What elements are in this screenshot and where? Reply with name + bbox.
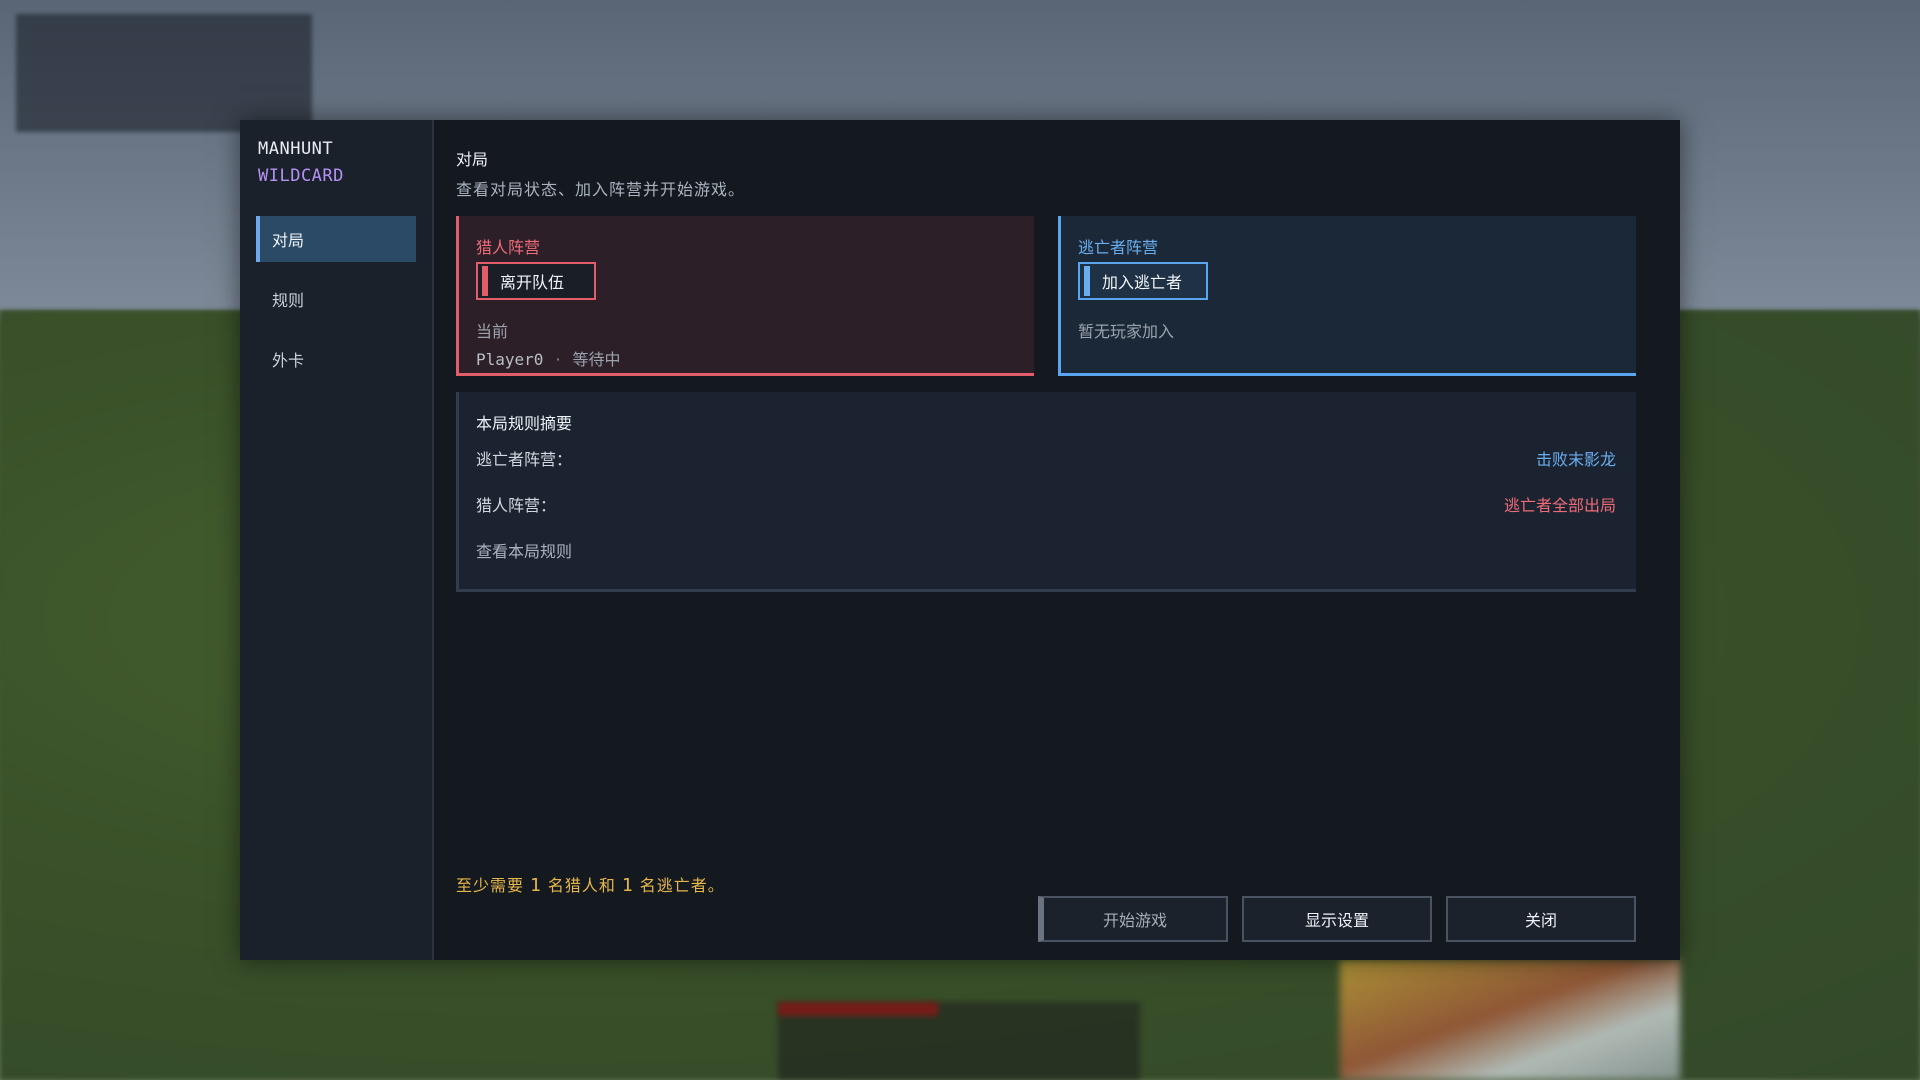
button-accent-bar xyxy=(482,266,488,296)
rule-key: 猎人阵营： xyxy=(476,496,557,515)
rules-summary-title: 本局规则摘要 xyxy=(476,414,573,433)
sidebar-nav: 对局 规则 外卡 xyxy=(256,216,416,396)
sidebar-item-rules[interactable]: 规则 xyxy=(256,276,416,322)
player-name: Player0 xyxy=(476,350,544,369)
rule-key: 逃亡者阵营： xyxy=(476,450,573,469)
sidebar-item-match[interactable]: 对局 xyxy=(256,216,416,262)
display-settings-label: 显示设置 xyxy=(1304,911,1369,930)
brand-title: MANHUNT xyxy=(258,139,334,159)
leave-team-label: 离开队伍 xyxy=(500,273,565,292)
brand-logo: MANHUNT WILDCARD xyxy=(258,136,344,190)
sidebar-item-label: 规则 xyxy=(272,291,305,310)
rule-value: 击败末影龙 xyxy=(1535,450,1616,469)
background-block xyxy=(1340,960,1680,1080)
sidebar-item-label: 外卡 xyxy=(272,351,305,370)
notice-text-2: 名猎人和 xyxy=(547,876,616,895)
start-game-button[interactable]: 开始游戏 xyxy=(1038,896,1228,942)
join-runner-button[interactable]: 加入逃亡者 xyxy=(1078,262,1208,300)
separator-dot: · xyxy=(555,350,561,369)
button-accent-bar xyxy=(1084,266,1090,296)
hunter-current-label: 当前 xyxy=(476,322,509,341)
runner-empty-text: 暂无玩家加入 xyxy=(1078,322,1175,341)
player-status: 等待中 xyxy=(572,350,621,369)
display-settings-button[interactable]: 显示设置 xyxy=(1242,896,1432,942)
rule-row-runner: 逃亡者阵营： 击败末影龙 xyxy=(476,446,1616,470)
runner-team-card: 逃亡者阵营 加入逃亡者 暂无玩家加入 xyxy=(1058,216,1636,376)
notice-hunter-count: 1 xyxy=(530,875,542,896)
page-title: 对局 xyxy=(456,150,489,169)
brand-subtitle: WILDCARD xyxy=(258,166,344,186)
footer-actions: 开始游戏 显示设置 关闭 xyxy=(1038,896,1636,942)
blurred-health-bar xyxy=(778,1002,938,1016)
hunter-team-card: 猎人阵营 离开队伍 当前 Player0 · 等待中 xyxy=(456,216,1034,376)
page-subtitle: 查看对局状态、加入阵营并开始游戏。 xyxy=(456,180,746,199)
sidebar: MANHUNT WILDCARD 对局 规则 外卡 xyxy=(240,120,434,960)
rule-row-hunter: 猎人阵营： 逃亡者全部出局 xyxy=(476,492,1616,516)
notice-runner-count: 1 xyxy=(621,875,634,896)
view-rules-link[interactable]: 查看本局规则 xyxy=(476,538,572,562)
rules-summary-card: 本局规则摘要 逃亡者阵营： 击败末影龙 猎人阵营： 逃亡者全部出局 查看本局规则 xyxy=(456,392,1636,592)
notice-text-3: 名逃亡者。 xyxy=(639,876,725,895)
leave-team-button[interactable]: 离开队伍 xyxy=(476,262,596,300)
blurred-hud-overlay xyxy=(16,14,312,132)
hunter-player-entry: Player0 · 等待中 xyxy=(476,346,621,370)
runner-team-name: 逃亡者阵营 xyxy=(1078,238,1159,257)
join-runner-label: 加入逃亡者 xyxy=(1102,273,1183,292)
hunter-team-name: 猎人阵营 xyxy=(476,238,541,257)
close-label: 关闭 xyxy=(1524,911,1557,930)
sidebar-item-label: 对局 xyxy=(272,231,305,250)
notice-text-1: 至少需要 xyxy=(456,876,525,895)
sidebar-item-wildcard[interactable]: 外卡 xyxy=(256,336,416,382)
game-menu-panel: MANHUNT WILDCARD 对局 规则 外卡 对局 查看对局状态、加入阵营… xyxy=(240,120,1680,960)
close-button[interactable]: 关闭 xyxy=(1446,896,1636,942)
main-content: 对局 查看对局状态、加入阵营并开始游戏。 猎人阵营 离开队伍 当前 Player… xyxy=(456,120,1658,960)
rule-value: 逃亡者全部出局 xyxy=(1503,496,1616,515)
requirement-notice: 至少需要 1 名猎人和 1 名逃亡者。 xyxy=(456,872,725,896)
start-game-label: 开始游戏 xyxy=(1102,911,1167,930)
